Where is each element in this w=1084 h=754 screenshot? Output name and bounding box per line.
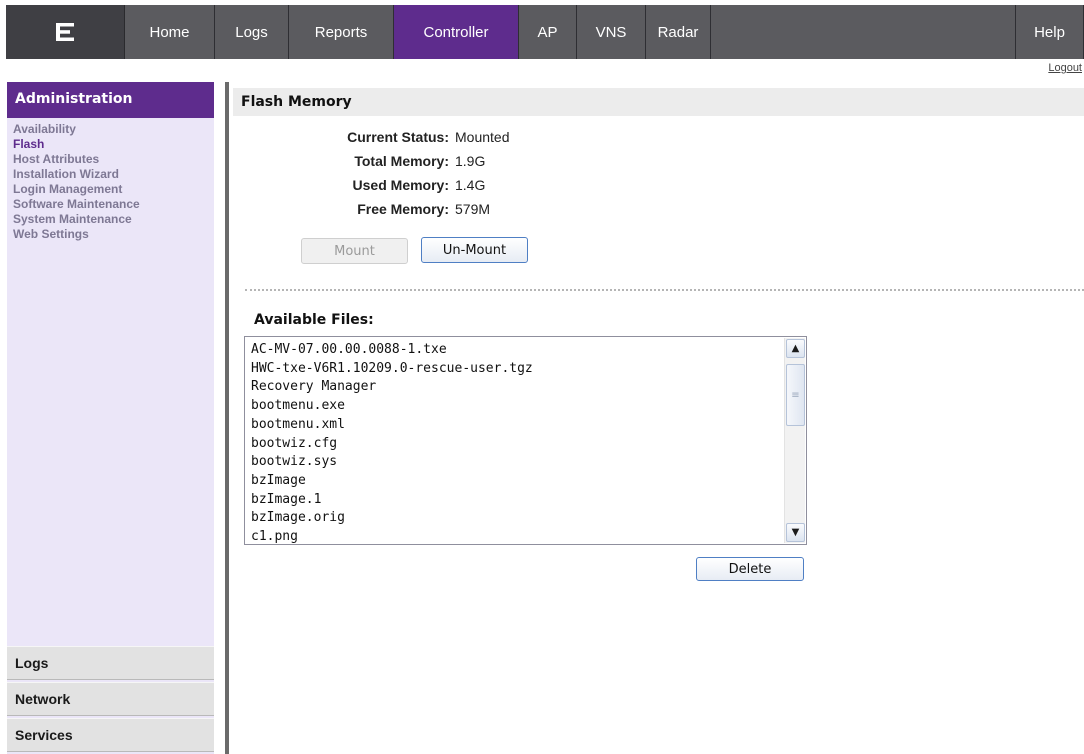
list-item[interactable]: bzImage.1 [251,491,780,510]
used-memory-value: 1.4G [455,177,486,193]
current-status-label: Current Status: [347,129,449,145]
list-item[interactable]: AC-MV-07.00.00.0088-1.txe [251,341,780,360]
list-item[interactable]: bootwiz.sys [251,453,780,472]
sidebar: Administration Availability Flash Host A… [7,82,214,754]
status-row-used: Used Memory: 1.4G [233,173,633,197]
list-item[interactable]: c1.png [251,528,780,544]
sidebar-item-login-management[interactable]: Login Management [13,182,214,197]
tab-home[interactable]: Home [125,5,215,59]
sidebar-item-availability[interactable]: Availability [13,122,214,137]
nav-spacer [711,5,1016,59]
top-nav: Home Logs Reports Controller AP VNS Rada… [6,5,1084,59]
scroll-thumb[interactable]: ≡ [786,364,805,426]
flash-status-panel: Current Status: Mounted Total Memory: 1.… [233,125,633,221]
sidebar-header-administration[interactable]: Administration [7,82,214,118]
sidebar-item-host-attributes[interactable]: Host Attributes [13,152,214,167]
page-title: Flash Memory [233,88,1084,116]
vertical-divider [225,82,229,754]
list-item[interactable]: HWC-txe-V6R1.10209.0-rescue-user.tgz [251,360,780,379]
free-memory-label: Free Memory: [357,201,449,217]
tab-ap[interactable]: AP [519,5,577,59]
tab-vns[interactable]: VNS [577,5,646,59]
sidebar-section-logs[interactable]: Logs [7,646,214,680]
list-item[interactable]: bzImage [251,472,780,491]
unmount-button[interactable]: Un-Mount [421,237,528,263]
list-item[interactable]: bootmenu.exe [251,397,780,416]
sidebar-item-flash[interactable]: Flash [13,137,214,152]
dotted-separator [245,289,1084,291]
sidebar-submenu: Availability Flash Host Attributes Insta… [7,118,214,242]
tab-logs[interactable]: Logs [215,5,289,59]
list-item[interactable]: bzImage.orig [251,509,780,528]
sidebar-item-installation-wizard[interactable]: Installation Wizard [13,167,214,182]
scroll-up-arrow-icon[interactable]: ▲ [786,339,805,358]
scroll-down-arrow-icon[interactable]: ▼ [786,523,805,542]
free-memory-value: 579M [455,201,491,217]
total-memory-value: 1.9G [455,153,486,169]
available-files-label: Available Files: [254,312,374,328]
tab-controller[interactable]: Controller [394,5,519,59]
tab-reports[interactable]: Reports [289,5,394,59]
sidebar-section-services[interactable]: Services [7,718,214,752]
sidebar-item-software-maintenance[interactable]: Software Maintenance [13,197,214,212]
sidebar-item-system-maintenance[interactable]: System Maintenance [13,212,214,227]
tab-radar[interactable]: Radar [646,5,711,59]
available-files-list[interactable]: AC-MV-07.00.00.0088-1.txe HWC-txe-V6R1.1… [244,336,807,545]
mount-button[interactable]: Mount [301,238,408,264]
sidebar-item-web-settings[interactable]: Web Settings [13,227,214,242]
tab-help[interactable]: Help [1016,5,1084,59]
file-items: AC-MV-07.00.00.0088-1.txe HWC-txe-V6R1.1… [251,341,780,544]
status-row-total: Total Memory: 1.9G [233,149,633,173]
list-item[interactable]: Recovery Manager [251,378,780,397]
list-scrollbar[interactable]: ▲ ≡ ▼ [784,338,805,543]
current-status-value: Mounted [455,129,510,145]
logout-link[interactable]: Logout [1048,62,1082,74]
status-row-free: Free Memory: 579M [233,197,633,221]
sidebar-section-network[interactable]: Network [7,682,214,716]
total-memory-label: Total Memory: [354,153,449,169]
list-item[interactable]: bootmenu.xml [251,416,780,435]
list-item[interactable]: bootwiz.cfg [251,435,780,454]
used-memory-label: Used Memory: [352,177,449,193]
delete-button[interactable]: Delete [696,557,804,581]
extreme-logo-icon[interactable] [6,5,125,59]
status-row-current: Current Status: Mounted [233,125,633,149]
